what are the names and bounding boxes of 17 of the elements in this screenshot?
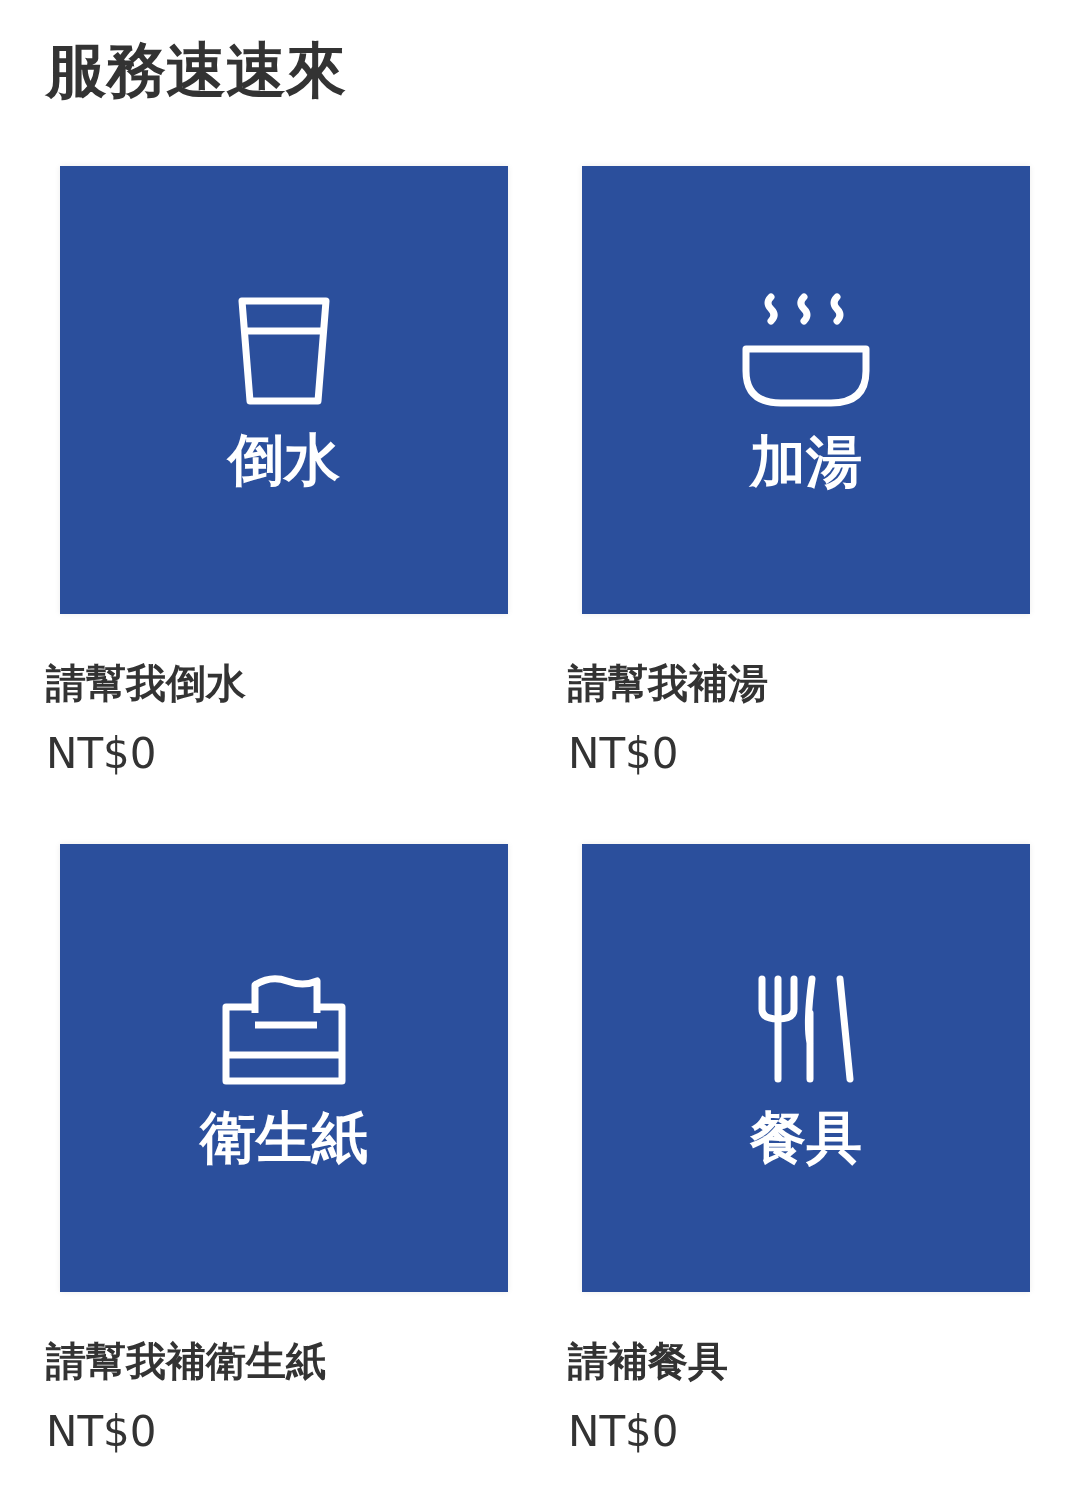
tile-label: 倒水 <box>228 426 340 494</box>
service-tile[interactable]: 餐具 <box>582 844 1030 1292</box>
service-price: NT$0 <box>46 728 158 780</box>
service-price: NT$0 <box>46 1406 158 1458</box>
service-name: 請補餐具 <box>568 1337 729 1386</box>
tile-label: 餐具 <box>750 1104 862 1172</box>
page-title: 服務速速來 <box>46 34 347 107</box>
service-price: NT$0 <box>568 1406 680 1458</box>
service-name: 請幫我補衛生紙 <box>46 1337 327 1386</box>
tile-label: 衛生紙 <box>200 1104 368 1172</box>
service-tile[interactable]: 加湯 <box>582 166 1030 614</box>
service-tile[interactable]: 衛生紙 <box>60 844 508 1292</box>
service-name: 請幫我補湯 <box>568 659 769 708</box>
service-price: NT$0 <box>568 728 680 780</box>
service-name: 請幫我倒水 <box>46 659 247 708</box>
tile-label: 加湯 <box>750 428 862 496</box>
service-tile[interactable]: 倒水 <box>60 166 508 614</box>
